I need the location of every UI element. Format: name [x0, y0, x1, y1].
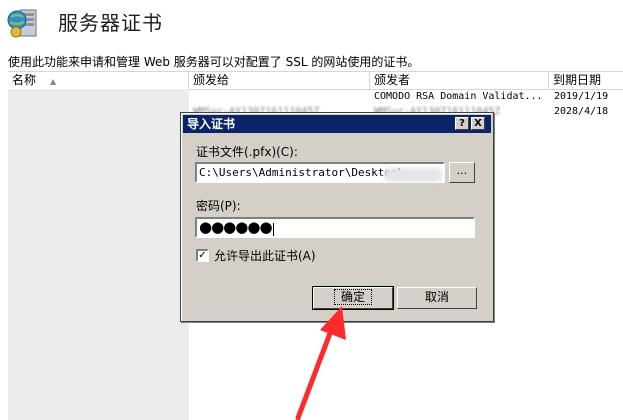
annotation-arrow-icon — [295, 306, 346, 420]
